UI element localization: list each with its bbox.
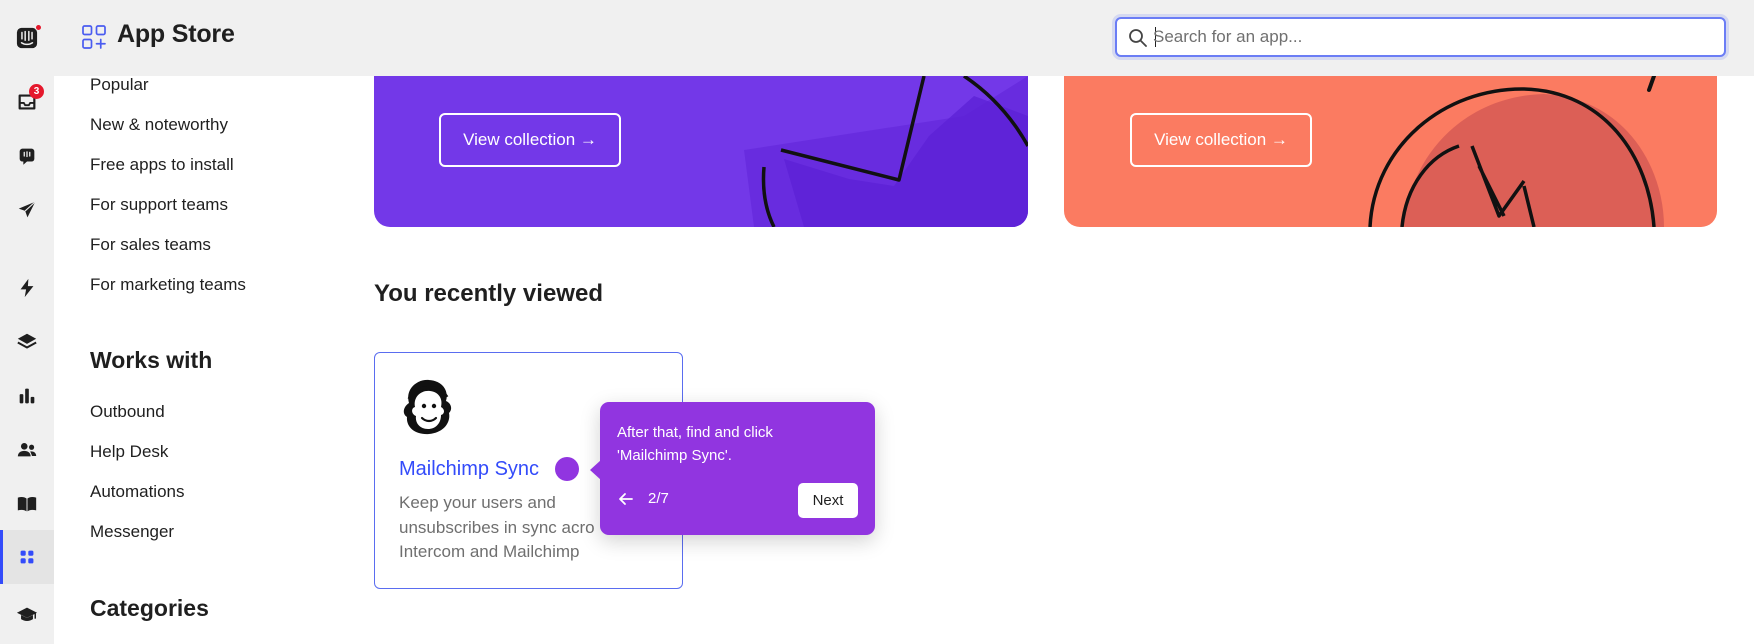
tour-text: After that, find and click 'Mailchimp Sy… [617,421,862,467]
rail-reports-button[interactable] [0,369,54,423]
articles-icon [17,496,37,512]
recently-viewed-heading: You recently viewed [374,280,603,307]
tour-text-line: After that, find and click [617,424,773,441]
nav-link-free-apps[interactable]: Free apps to install [90,155,234,175]
intercom-logo-button[interactable] [0,11,54,65]
reports-icon [19,388,35,404]
outbound-icon [18,201,36,218]
search-icon [1129,29,1147,47]
tour-text-line: 'Mailchimp Sync'. [617,447,732,464]
nav-link-popular[interactable]: Popular [90,75,149,95]
collections-nav: Popular New & noteworthy Free apps to in… [90,0,350,644]
rail-inbox-button[interactable]: 3 [0,75,54,129]
rail-app-store-button[interactable] [0,530,54,584]
collection-banner-purple: View collection → [374,76,1028,227]
works-with-heading: Works with [90,347,213,373]
app-store-icon [20,550,34,564]
app-description-line: Intercom and Mailchimp [399,542,580,561]
rail-messenger-button[interactable] [0,129,54,183]
inbox-count-badge: 3 [29,84,44,99]
tour-next-button[interactable]: Next [798,483,858,518]
rail-contacts-button[interactable] [0,423,54,477]
categories-heading: Categories [90,595,209,621]
icon-rail: 3 [0,0,54,644]
nav-link-help-desk[interactable]: Help Desk [90,442,168,462]
view-collection-button-2[interactable]: View collection → [1130,113,1312,167]
mailchimp-logo-icon [403,379,452,435]
nav-link-sales-teams[interactable]: For sales teams [90,235,211,255]
notification-dot [35,24,42,31]
layers-icon [17,333,37,349]
nav-link-support-teams[interactable]: For support teams [90,195,228,215]
nav-link-marketing-teams[interactable]: For marketing teams [90,275,246,295]
view-collection-button-1[interactable]: View collection → [439,113,621,167]
tour-hotspot-beacon[interactable] [555,457,579,481]
academy-icon [16,607,38,621]
contacts-icon [17,443,37,457]
automation-icon [20,278,34,298]
nav-link-new-noteworthy[interactable]: New & noteworthy [90,115,228,135]
tour-step-counter: 2/7 [648,490,669,507]
rail-layers-button[interactable] [0,315,54,369]
nav-link-automations[interactable]: Automations [90,482,185,502]
arrow-left-icon[interactable] [617,490,635,508]
app-name[interactable]: Mailchimp Sync [399,458,539,481]
nav-link-outbound[interactable]: Outbound [90,402,165,422]
nav-link-messenger[interactable]: Messenger [90,522,174,542]
search-input[interactable] [1153,19,1713,55]
rail-academy-button[interactable] [0,588,54,642]
messenger-icon [19,148,35,165]
rail-outbound-button[interactable] [0,183,54,237]
tour-tooltip: After that, find and click 'Mailchimp Sy… [590,402,875,535]
rail-articles-button[interactable] [0,477,54,531]
collection-banner-orange: View collection → [1064,76,1717,227]
search-box[interactable] [1115,17,1726,57]
intercom-logo-icon [16,27,38,49]
rail-automation-button[interactable] [0,261,54,315]
